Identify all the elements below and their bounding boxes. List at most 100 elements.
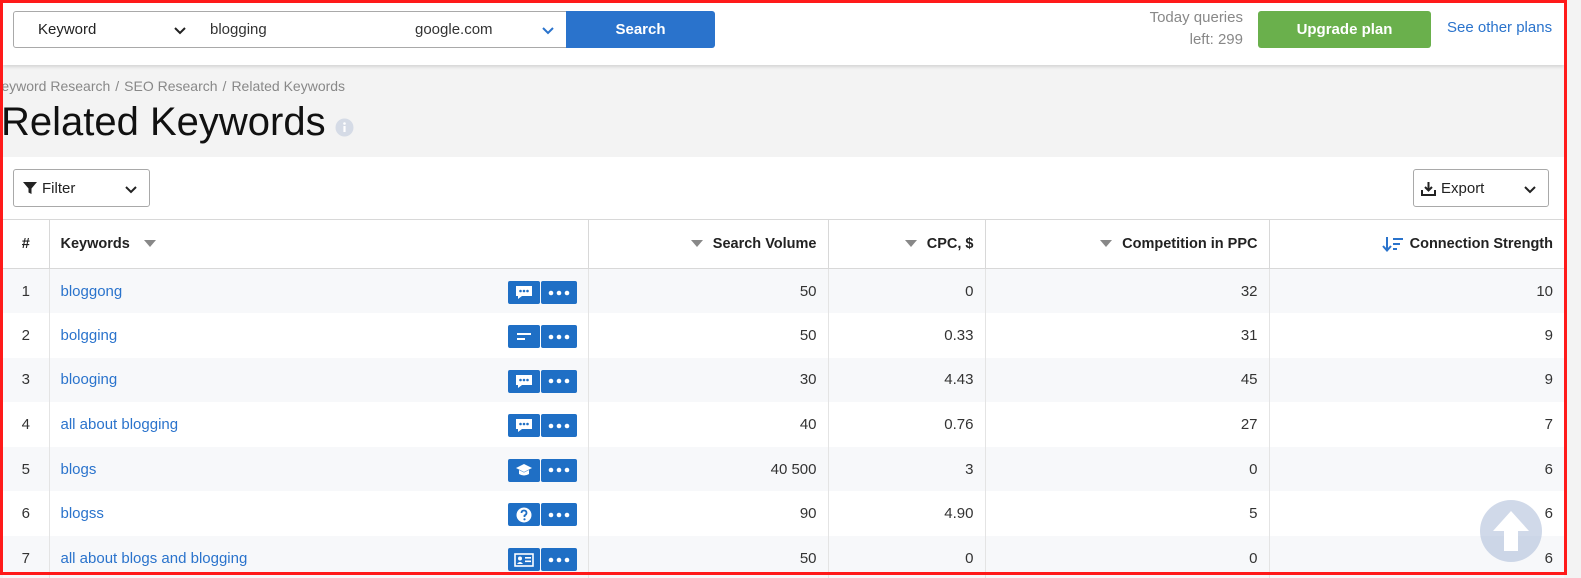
more-actions-button[interactable]	[540, 369, 577, 393]
table-row: 5 blogs 40 500 3 0 6	[3, 446, 1564, 492]
column-competition-header[interactable]: Competition in PPC	[985, 219, 1270, 269]
id-card-button[interactable]	[507, 548, 540, 572]
column-cpc-header[interactable]: CPC, $	[828, 219, 986, 269]
search-volume-cell: 50	[588, 536, 829, 578]
search-engine-select[interactable]: google.com	[406, 11, 567, 48]
filter-icon	[23, 182, 37, 194]
column-volume-header[interactable]: Search Volume	[588, 219, 829, 269]
cpc-cell: 4.90	[828, 491, 986, 537]
cpc-cell: 0.33	[828, 313, 986, 358]
filter-button[interactable]: Filter	[13, 169, 150, 207]
competition-cell: 45	[985, 357, 1270, 403]
question-icon	[516, 507, 532, 523]
more-actions-button[interactable]	[540, 548, 577, 572]
search-volume-cell: 50	[588, 268, 829, 314]
sort-caret-icon	[1100, 240, 1113, 248]
keyword-link[interactable]: bloggong	[61, 283, 123, 300]
cpc-cell: 0	[828, 536, 986, 578]
keyword-link[interactable]: blogss	[61, 505, 104, 522]
export-button[interactable]: Export	[1413, 169, 1549, 207]
search-engine-value: google.com	[415, 21, 493, 38]
keyword-cell: blooging	[49, 357, 589, 403]
keywords-table: # Keywords Search Volume CPC, $ Competit…	[3, 219, 1564, 578]
row-actions	[507, 369, 577, 393]
breadcrumb-related-keywords: Related Keywords	[231, 78, 346, 94]
cpc-cell: 3	[828, 446, 986, 492]
column-keywords-header[interactable]: Keywords	[49, 219, 589, 269]
row-index: 2	[3, 313, 50, 358]
breadcrumb-keyword-research[interactable]: Keyword Research	[0, 78, 110, 94]
search-type-select[interactable]: Keyword	[13, 11, 199, 48]
text-lines-icon	[516, 331, 532, 343]
sort-caret-icon	[904, 240, 917, 248]
comment-button[interactable]	[507, 369, 540, 393]
column-index-header: #	[3, 219, 50, 269]
comment-button[interactable]	[507, 281, 540, 304]
column-volume-label: Search Volume	[712, 236, 817, 252]
more-actions-button[interactable]	[540, 414, 577, 438]
competition-cell: 27	[985, 402, 1270, 447]
keyword-link[interactable]: blogs	[61, 461, 97, 478]
comment-icon	[515, 285, 533, 300]
scroll-to-top-button[interactable]	[1480, 500, 1542, 562]
chevron-down-icon	[125, 186, 137, 194]
keyword-link[interactable]: all about blogging	[61, 416, 179, 433]
row-index: 3	[3, 357, 50, 403]
column-cpc-label: CPC, $	[926, 236, 974, 252]
page-title: Related Keywords	[1, 100, 326, 144]
table-row: 1 bloggong 50 0 32 10	[3, 268, 1564, 314]
connection-strength-cell: 9	[1544, 326, 1553, 344]
keyword-link[interactable]: all about blogs and blogging	[61, 550, 248, 567]
column-competition-label: Competition in PPC	[1122, 236, 1258, 252]
upgrade-plan-button[interactable]: Upgrade plan	[1258, 11, 1431, 48]
table-row: 6 blogss 90 4.90 5 6	[3, 491, 1564, 537]
keyword-input[interactable]: blogging	[198, 11, 407, 48]
search-volume-cell: 90	[588, 491, 829, 537]
cpc-cell: 0	[828, 268, 986, 314]
keyword-input-value: blogging	[210, 21, 267, 38]
connection-strength-cell: 6	[1269, 446, 1564, 492]
comment-icon	[515, 418, 533, 433]
competition-cell: 5	[985, 491, 1270, 537]
row-index: 1	[3, 268, 50, 314]
cpc-cell: 4.43	[828, 357, 986, 403]
more-actions-button[interactable]	[540, 458, 577, 482]
top-search-bar: Keyword blogging google.com Search Today…	[3, 3, 1564, 65]
export-label: Export	[1441, 179, 1485, 197]
connection-strength-cell: 9	[1269, 357, 1564, 403]
info-icon[interactable]	[335, 118, 354, 137]
keyword-cell: all about blogging	[49, 402, 589, 447]
sort-caret-icon	[690, 240, 703, 248]
row-actions	[507, 325, 577, 349]
connection-strength-cell: 7	[1544, 416, 1553, 434]
graduation-cap-icon	[515, 463, 533, 478]
see-other-plans-link[interactable]: See other plans	[1447, 19, 1552, 36]
more-actions-button[interactable]	[540, 281, 577, 304]
more-dots-icon	[548, 334, 570, 340]
row-index: 6	[3, 491, 50, 537]
keyword-cell: blogs	[49, 446, 589, 492]
row-actions	[507, 458, 577, 482]
column-strength-header[interactable]: Connection Strength	[1269, 219, 1564, 269]
search-button[interactable]: Search	[566, 11, 715, 48]
competition-cell: 31	[985, 313, 1270, 358]
breadcrumb: Keyword Research / SEO Research / Related Ke…	[0, 78, 345, 94]
keyword-link[interactable]: bolgging	[61, 327, 118, 344]
keyword-link[interactable]: blooging	[61, 371, 118, 388]
more-actions-button[interactable]	[540, 503, 577, 527]
comment-icon	[515, 374, 533, 389]
arrow-up-icon	[1493, 511, 1529, 551]
competition-cell: 32	[985, 268, 1270, 314]
table-row: 4 all about blogging 40 0.76 27 7	[3, 402, 1564, 447]
text-lines-button[interactable]	[507, 325, 540, 349]
connection-strength-cell: 10	[1269, 268, 1564, 314]
more-actions-button[interactable]	[540, 325, 577, 349]
filter-label: Filter	[42, 179, 76, 197]
row-actions	[507, 548, 577, 572]
question-button[interactable]	[507, 503, 540, 527]
breadcrumb-seo-research[interactable]: SEO Research	[124, 78, 217, 94]
search-volume-cell: 40	[588, 402, 829, 447]
graduation-cap-button[interactable]	[507, 458, 540, 482]
comment-button[interactable]	[507, 414, 540, 438]
search-volume-cell: 50	[588, 313, 829, 358]
